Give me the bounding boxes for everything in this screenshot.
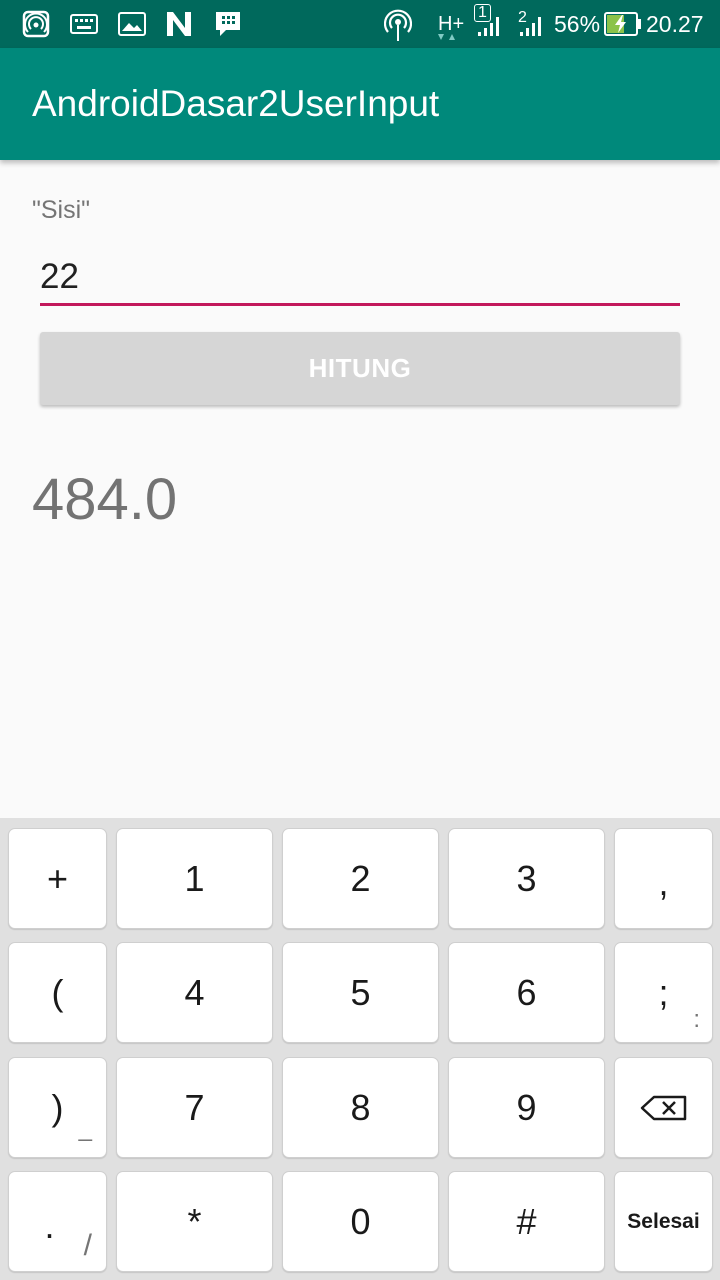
key-open-paren[interactable]: ( [8,942,107,1043]
key-4[interactable]: 4 [116,942,273,1043]
key-label: . [44,1204,55,1246]
key-8[interactable]: 8 [282,1057,439,1158]
key-label: ( [51,971,64,1013]
key-comma[interactable]: , [614,828,713,929]
key-sub-label: / [83,1229,92,1262]
key-label: 0 [350,1200,371,1242]
key-asterisk[interactable]: * [116,1171,273,1272]
key-7[interactable]: 7 [116,1057,273,1158]
key-2[interactable]: 2 [282,828,439,929]
hotspot-icon [22,10,50,38]
numeric-keyboard: + 1 2 3 , ( 4 5 6 ; : ) _ 7 8 9 . / * 0 … [0,818,720,1280]
image-icon [118,12,146,36]
app-bar: AndroidDasar2UserInput [0,48,720,160]
bbm-icon [216,12,240,36]
keyboard-icon [70,14,98,34]
key-label: 8 [350,1086,371,1128]
key-sub-label: : [693,1006,700,1033]
key-label: ) [51,1086,64,1128]
key-label: , [658,861,669,903]
backspace-icon [640,1095,686,1120]
key-6[interactable]: 6 [448,942,605,1043]
key-label: 7 [184,1086,205,1128]
app-title: AndroidDasar2UserInput [32,83,440,124]
key-label: 9 [516,1086,537,1128]
key-label: ; [658,971,669,1013]
key-sub-label: _ [78,1115,92,1142]
result-text: 484.0 [32,467,178,532]
data-arrows-icon [438,34,455,40]
key-5[interactable]: 5 [282,942,439,1043]
key-label: + [46,857,69,899]
key-label: Selesai [627,1209,700,1233]
wifi-icon [384,9,412,41]
clock: 20.27 [646,11,704,37]
key-label: 6 [516,971,537,1013]
key-backspace[interactable] [614,1057,713,1158]
battery-percent: 56% [554,11,601,37]
key-label: 5 [350,971,371,1013]
key-label: * [187,1200,202,1242]
sisi-input[interactable] [40,250,680,306]
key-3[interactable]: 3 [448,828,605,929]
battery-charging-icon [604,12,641,36]
key-label: 2 [350,857,371,899]
key-close-paren[interactable]: ) _ [8,1057,107,1158]
key-done[interactable]: Selesai [614,1171,713,1272]
key-period[interactable]: . / [8,1171,107,1272]
signal-icon [520,17,541,36]
key-1[interactable]: 1 [116,828,273,929]
key-label: 3 [516,857,537,899]
key-label: 1 [184,857,205,899]
key-9[interactable]: 9 [448,1057,605,1158]
key-0[interactable]: 0 [282,1171,439,1272]
signal-icon [478,17,499,36]
sisi-label: "Sisi" [32,196,91,224]
key-semicolon[interactable]: ; : [614,942,713,1043]
status-bar: H+ 1 2 56% 20.27 [0,0,720,48]
hitung-button[interactable]: HITUNG [40,332,680,405]
key-label: # [516,1200,537,1242]
n-app-icon [167,12,191,36]
key-label: 4 [184,971,205,1013]
key-plus[interactable]: + [8,828,107,929]
key-hash[interactable]: # [448,1171,605,1272]
